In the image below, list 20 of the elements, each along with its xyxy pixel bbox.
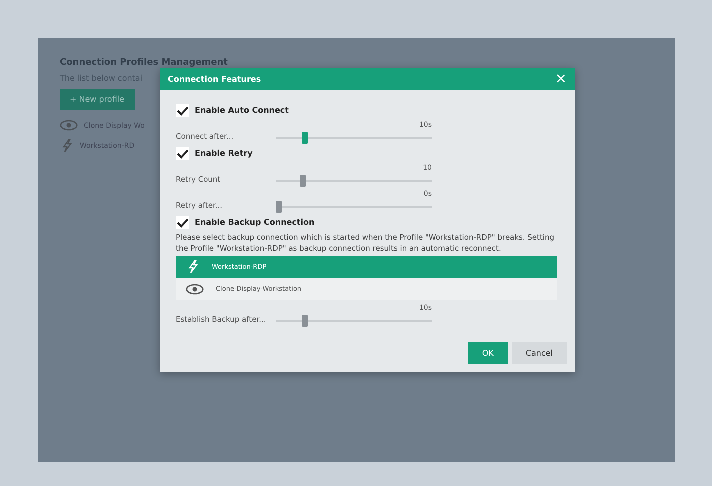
slider-thumb[interactable] xyxy=(300,175,306,187)
checkbox-label: Enable Retry xyxy=(195,149,253,158)
checkbox[interactable] xyxy=(176,147,189,160)
cancel-button[interactable]: Cancel xyxy=(512,342,567,364)
checkbox[interactable] xyxy=(176,216,189,229)
slider-thumb[interactable] xyxy=(276,201,282,213)
checkbox-label: Enable Auto Connect xyxy=(195,106,289,115)
eye-icon xyxy=(60,120,78,131)
dialog-title: Connection Features xyxy=(168,74,262,84)
slider-thumb[interactable] xyxy=(302,132,308,144)
lightning-icon xyxy=(186,260,200,274)
lightning-icon xyxy=(60,139,74,153)
page-title: Connection Profiles Management xyxy=(60,58,229,68)
checkbox[interactable] xyxy=(176,104,189,117)
eye-icon xyxy=(186,284,204,294)
new-profile-button[interactable]: + New profile xyxy=(60,89,135,110)
slider-thumb[interactable] xyxy=(302,315,308,327)
close-button[interactable]: × xyxy=(555,72,567,86)
ok-button[interactable]: OK xyxy=(468,342,508,364)
checkbox-label: Enable Backup Connection xyxy=(195,218,315,227)
